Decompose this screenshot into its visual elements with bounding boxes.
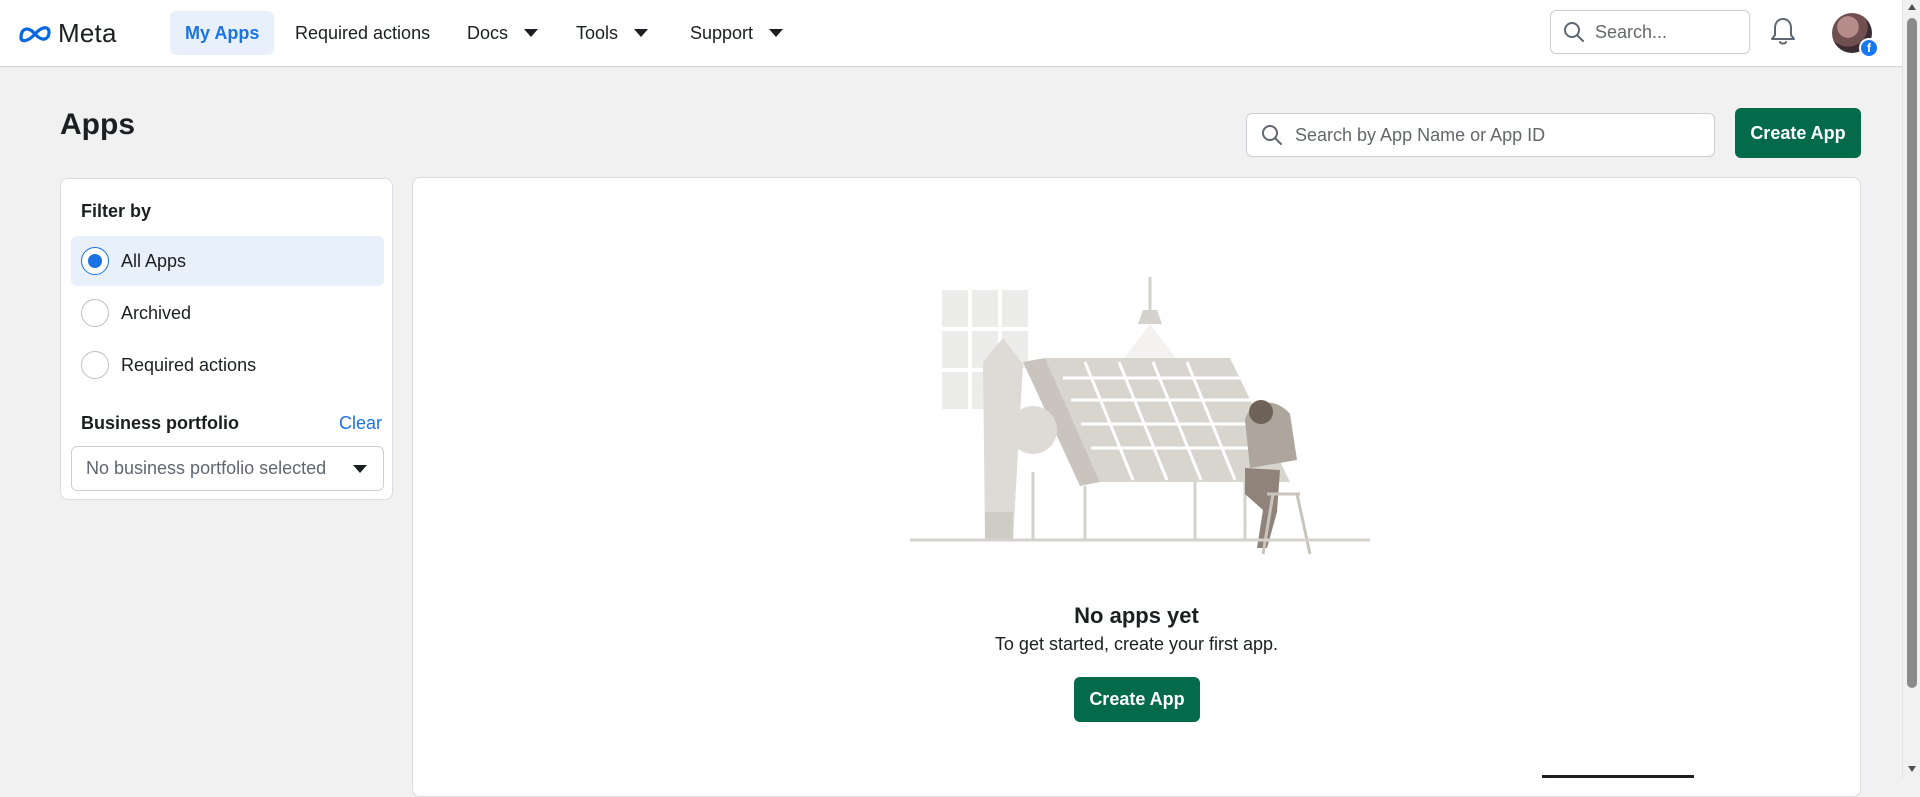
scroll-up-arrow-icon[interactable] — [1908, 4, 1916, 10]
search-icon — [1262, 125, 1282, 145]
scroll-down-arrow-icon[interactable] — [1908, 766, 1916, 772]
nav-support-label: Support — [690, 22, 754, 43]
nav-required-actions[interactable]: Required actions — [280, 11, 445, 55]
chevron-down-icon — [769, 29, 784, 37]
nav-docs-label: Docs — [467, 22, 509, 43]
nav-my-apps[interactable]: My Apps — [170, 11, 275, 55]
nav-docs[interactable]: Docs — [452, 11, 553, 55]
brand-name: Meta — [58, 18, 117, 48]
empty-state-subtitle: To get started, create your first app. — [994, 634, 1279, 654]
page-title: Apps — [60, 108, 135, 141]
app-search-input[interactable]: Search by App Name or App ID — [1246, 113, 1715, 157]
nav-my-apps-label: My Apps — [185, 22, 260, 43]
app-search-placeholder: Search by App Name or App ID — [1295, 124, 1546, 145]
radio-unselected[interactable] — [81, 351, 109, 379]
chevron-down-icon — [634, 29, 649, 37]
top-navbar: Meta My Apps Required actions Docs Tools… — [0, 0, 1902, 67]
create-app-empty-button[interactable]: Create App — [1074, 677, 1200, 722]
create-app-empty-button-label: Create App — [1089, 689, 1185, 709]
filter-option-all-apps[interactable]: All Apps — [71, 236, 384, 286]
nav-tools[interactable]: Tools — [561, 11, 663, 55]
create-app-button-label: Create App — [1750, 122, 1846, 143]
empty-state-illustration — [910, 277, 1370, 555]
top-search-input[interactable]: Search... — [1550, 10, 1750, 54]
meta-infinity-icon — [19, 25, 51, 42]
chevron-down-icon — [524, 29, 539, 37]
business-portfolio-select[interactable]: No business portfolio selected — [71, 446, 384, 491]
meta-logo[interactable]: Meta — [18, 18, 117, 49]
filter-option-required-actions[interactable]: Required actions — [71, 340, 384, 390]
nav-support[interactable]: Support — [675, 11, 798, 55]
radio-unselected[interactable] — [81, 299, 109, 327]
bell-icon[interactable] — [1770, 16, 1796, 46]
filter-option-archived[interactable]: Archived — [71, 288, 384, 338]
search-icon — [1564, 22, 1584, 42]
top-search-placeholder: Search... — [1595, 21, 1668, 42]
filter-option-label: All Apps — [121, 250, 187, 271]
filter-option-label: Archived — [121, 302, 192, 323]
clear-link[interactable]: Clear — [339, 413, 382, 434]
business-portfolio-label: Business portfolio — [81, 413, 240, 433]
nav-tools-label: Tools — [576, 22, 619, 43]
radio-selected[interactable] — [81, 247, 109, 275]
business-portfolio-value: No business portfolio selected — [86, 458, 327, 478]
filter-title: Filter by — [81, 201, 152, 221]
filter-option-label: Required actions — [121, 354, 257, 375]
scrollbar[interactable] — [1902, 0, 1920, 778]
facebook-badge-icon: f — [1859, 38, 1879, 58]
filter-panel: Filter by All Apps Archived Required act… — [60, 178, 393, 500]
create-app-button[interactable]: Create App — [1735, 108, 1861, 158]
scrollbar-thumb[interactable] — [1907, 18, 1917, 688]
chevron-down-icon — [353, 464, 367, 473]
empty-state-title: No apps yet — [1074, 603, 1199, 628]
nav-required-actions-label: Required actions — [295, 22, 431, 43]
